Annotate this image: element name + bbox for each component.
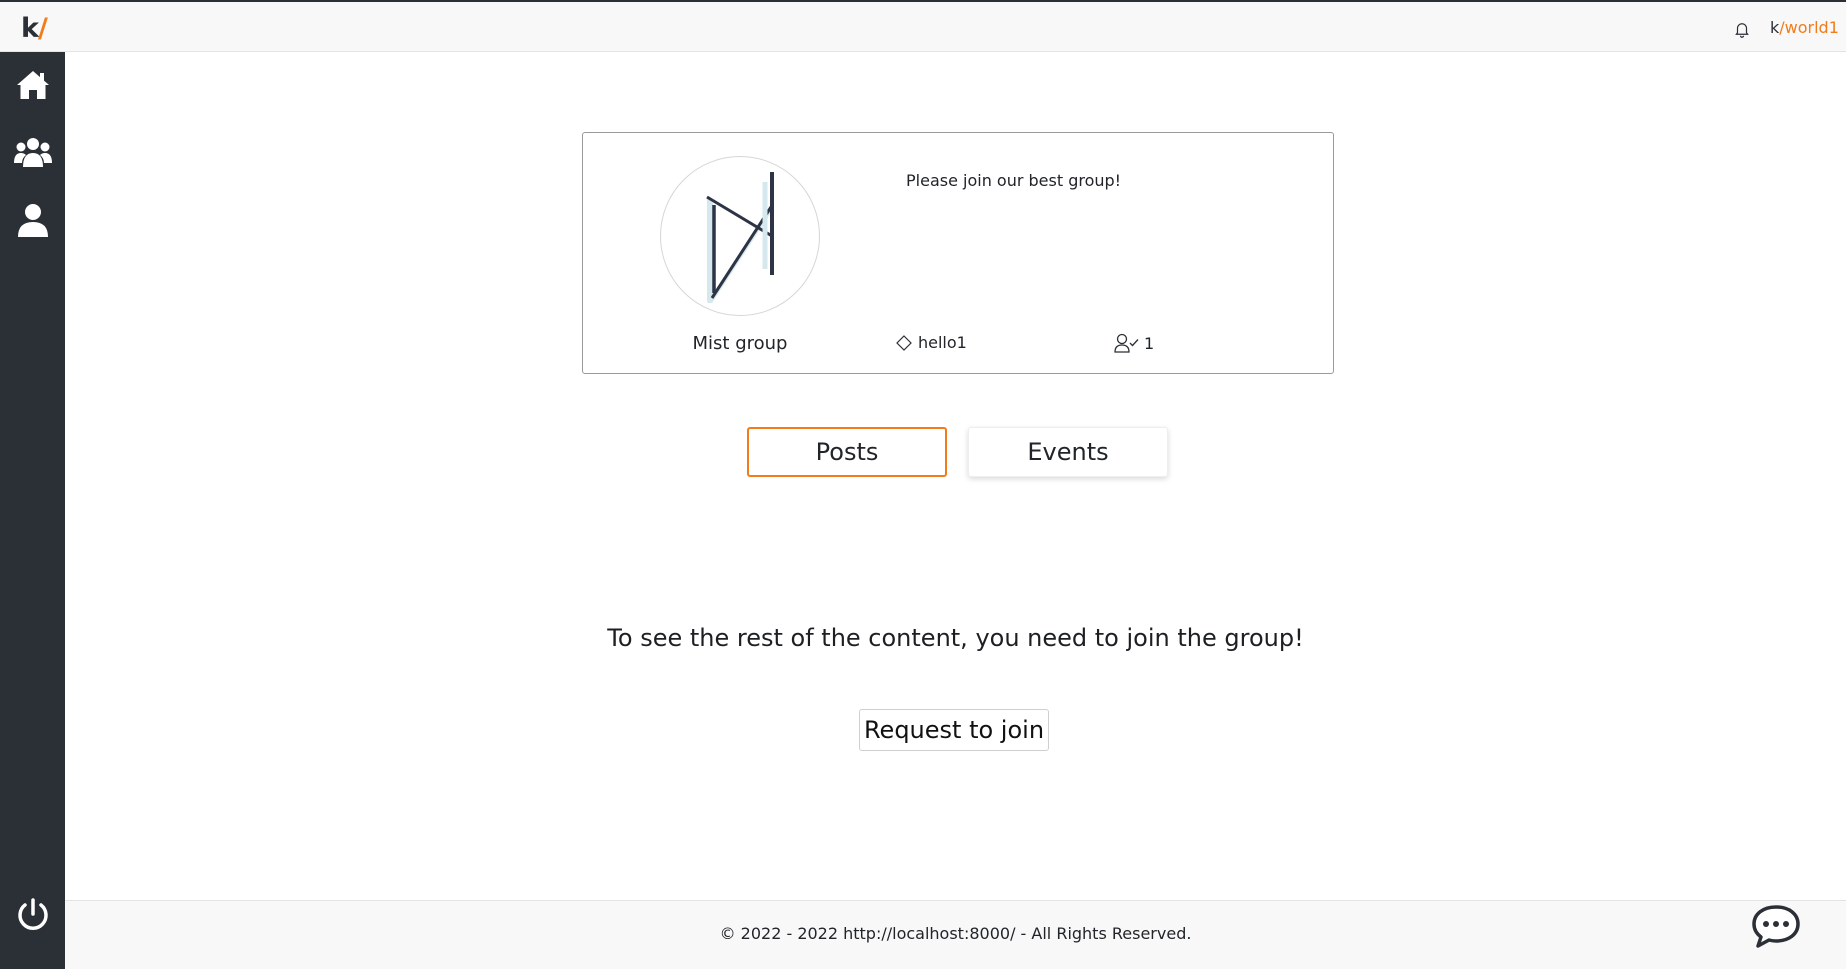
footer: © 2022 - 2022 http://localhost:8000/ - A… (65, 900, 1846, 969)
tab-posts[interactable]: Posts (747, 427, 947, 477)
footer-copyright: © 2022 - 2022 http://localhost:8000/ - A… (719, 924, 1192, 943)
request-to-join-button[interactable]: Request to join (859, 709, 1049, 751)
group-tag: hello1 (896, 333, 967, 352)
logo-k: k (21, 13, 39, 44)
groups-icon[interactable] (14, 133, 52, 171)
user-prefix: k (1770, 18, 1780, 37)
diamond-icon (896, 334, 912, 351)
tab-events-label: Events (1027, 438, 1109, 466)
join-message: To see the rest of the content, you need… (607, 624, 1304, 652)
group-logo-icon (706, 172, 774, 303)
logo-slash: / (37, 13, 48, 44)
group-name: Mist group (692, 333, 788, 354)
sidebar (0, 52, 65, 969)
bell-icon[interactable] (1733, 19, 1751, 39)
home-icon[interactable] (14, 66, 52, 104)
user-name: /world1 (1779, 18, 1839, 37)
app-logo[interactable]: k/ (21, 13, 48, 44)
top-bar: k/ k/world1 (0, 2, 1846, 52)
member-count: 1 (1144, 333, 1155, 353)
group-description: Please join our best group! (906, 171, 1122, 190)
tab-events[interactable]: Events (968, 427, 1168, 477)
group-card: Mist group Please join our best group! h… (582, 132, 1334, 374)
chat-icon[interactable] (1750, 903, 1802, 949)
group-members: 1 (1114, 333, 1154, 353)
profile-icon[interactable] (14, 201, 52, 239)
power-icon[interactable] (14, 896, 52, 934)
group-tag-label: hello1 (918, 333, 967, 352)
member-check-icon (1114, 333, 1139, 353)
tab-posts-label: Posts (815, 438, 879, 466)
group-avatar (660, 156, 820, 316)
user-profile-link[interactable]: k/world1 (1770, 18, 1839, 38)
